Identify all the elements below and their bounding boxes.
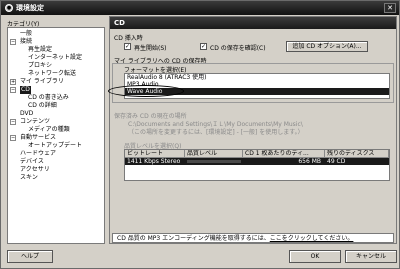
- tree-item-dvd[interactable]: DVD: [20, 110, 33, 118]
- cd-settings-panel: CD CD 挿入時 ✓ 再生開始(S) ✓ CD の保存を確認(C) 追加 CD…: [109, 16, 397, 244]
- table-row[interactable]: 1411 Kbps Stereo 656 MB 49 CD: [125, 158, 389, 165]
- close-button[interactable]: ✕: [384, 3, 396, 13]
- tree-item-devices[interactable]: デバイス: [20, 158, 44, 166]
- tree-item-general[interactable]: 一般: [20, 30, 32, 38]
- add-cd-options-button[interactable]: 追加 CD オプション(A)...: [286, 41, 368, 52]
- tree-item-accessories[interactable]: アクセサリ: [20, 166, 50, 174]
- info-box: CD 品質の MP3 エンコーディング機能を取得するには、ここをクリックしてくだ…: [112, 233, 394, 243]
- quality-bar: [187, 160, 241, 163]
- tree-item-network-transfer[interactable]: ネットワーク転送: [28, 70, 76, 78]
- tree-item-cd-details[interactable]: CD の詳細: [28, 102, 57, 110]
- panel-header: CD: [110, 17, 396, 29]
- remaining-cell: 49 CD: [327, 158, 346, 165]
- annotation-circle: [108, 85, 184, 97]
- column-header[interactable]: 品質レベル: [185, 150, 243, 158]
- tree-item-cd-burning[interactable]: CD の書き込み: [28, 94, 69, 102]
- tree-item-media-types[interactable]: メディアの種類: [28, 126, 70, 134]
- preferences-window: ● 環境設定 ✕ カテゴリ(Y) 一般 − 接続 再生設定 インターネット設定 …: [0, 0, 400, 269]
- title-bar[interactable]: ● 環境設定 ✕: [1, 1, 399, 15]
- collapse-icon[interactable]: −: [10, 119, 16, 125]
- category-tree[interactable]: 一般 − 接続 再生設定 インターネット設定 プロキシ ネットワーク転送 + マ…: [7, 27, 105, 244]
- collapse-icon[interactable]: −: [10, 39, 16, 45]
- app-icon: ●: [5, 4, 13, 12]
- save-location-note: （この場所を変更するには、[環境設定] - [一般] を使用します。）: [128, 129, 304, 136]
- help-button[interactable]: ヘルプ: [7, 250, 53, 263]
- tree-item-my-library[interactable]: マイ ライブラリ: [20, 78, 64, 86]
- window-title: 環境設定: [16, 4, 44, 12]
- per-cd-cell: 656 MB: [298, 158, 321, 165]
- tree-item-connection[interactable]: 接続: [20, 38, 32, 46]
- insert-section-label: CD 挿入時: [114, 35, 143, 42]
- info-text: CD 品質の MP3 エンコーディング機能を取得するには、: [117, 235, 270, 242]
- tree-item-cd[interactable]: CD: [20, 86, 31, 94]
- format-option[interactable]: RealAudio 8 (ATRAC3 使用): [125, 74, 389, 81]
- tree-item-content[interactable]: コンテンツ: [20, 118, 50, 126]
- confirm-save-label[interactable]: CD の保存を確認(C): [210, 43, 266, 52]
- column-header[interactable]: 残りのディスクス: [325, 150, 389, 158]
- cancel-button[interactable]: キャンセル: [345, 250, 397, 263]
- collapse-icon[interactable]: −: [10, 87, 16, 93]
- tree-item-hardware[interactable]: ハードウェア: [20, 150, 56, 158]
- collapse-icon[interactable]: −: [10, 135, 16, 141]
- tree-item-auto-services[interactable]: 自動サービス: [20, 134, 56, 142]
- expand-icon[interactable]: +: [10, 79, 16, 85]
- play-start-checkbox[interactable]: ✓: [124, 43, 131, 50]
- info-link[interactable]: ここをクリックしてください。: [270, 235, 354, 242]
- quality-table[interactable]: ビットレート 品質レベル CD 1 枚あたりのディ... 残りのディスクス 14…: [124, 149, 390, 181]
- column-header[interactable]: CD 1 枚あたりのディ...: [243, 150, 325, 158]
- tree-item-internet[interactable]: インターネット設定: [28, 54, 82, 62]
- play-start-label[interactable]: 再生開始(S): [134, 43, 167, 52]
- tree-item-skins[interactable]: スキン: [20, 174, 38, 182]
- tree-item-playback[interactable]: 再生設定: [28, 46, 52, 54]
- column-header[interactable]: ビットレート: [125, 150, 185, 158]
- confirm-save-checkbox[interactable]: ✓: [200, 43, 207, 50]
- ok-button[interactable]: OK: [289, 250, 341, 263]
- tree-item-auto-update[interactable]: オートアップデート: [28, 142, 82, 150]
- tree-item-proxy[interactable]: プロキシ: [28, 62, 52, 70]
- bitrate-cell: 1411 Kbps Stereo: [127, 158, 181, 165]
